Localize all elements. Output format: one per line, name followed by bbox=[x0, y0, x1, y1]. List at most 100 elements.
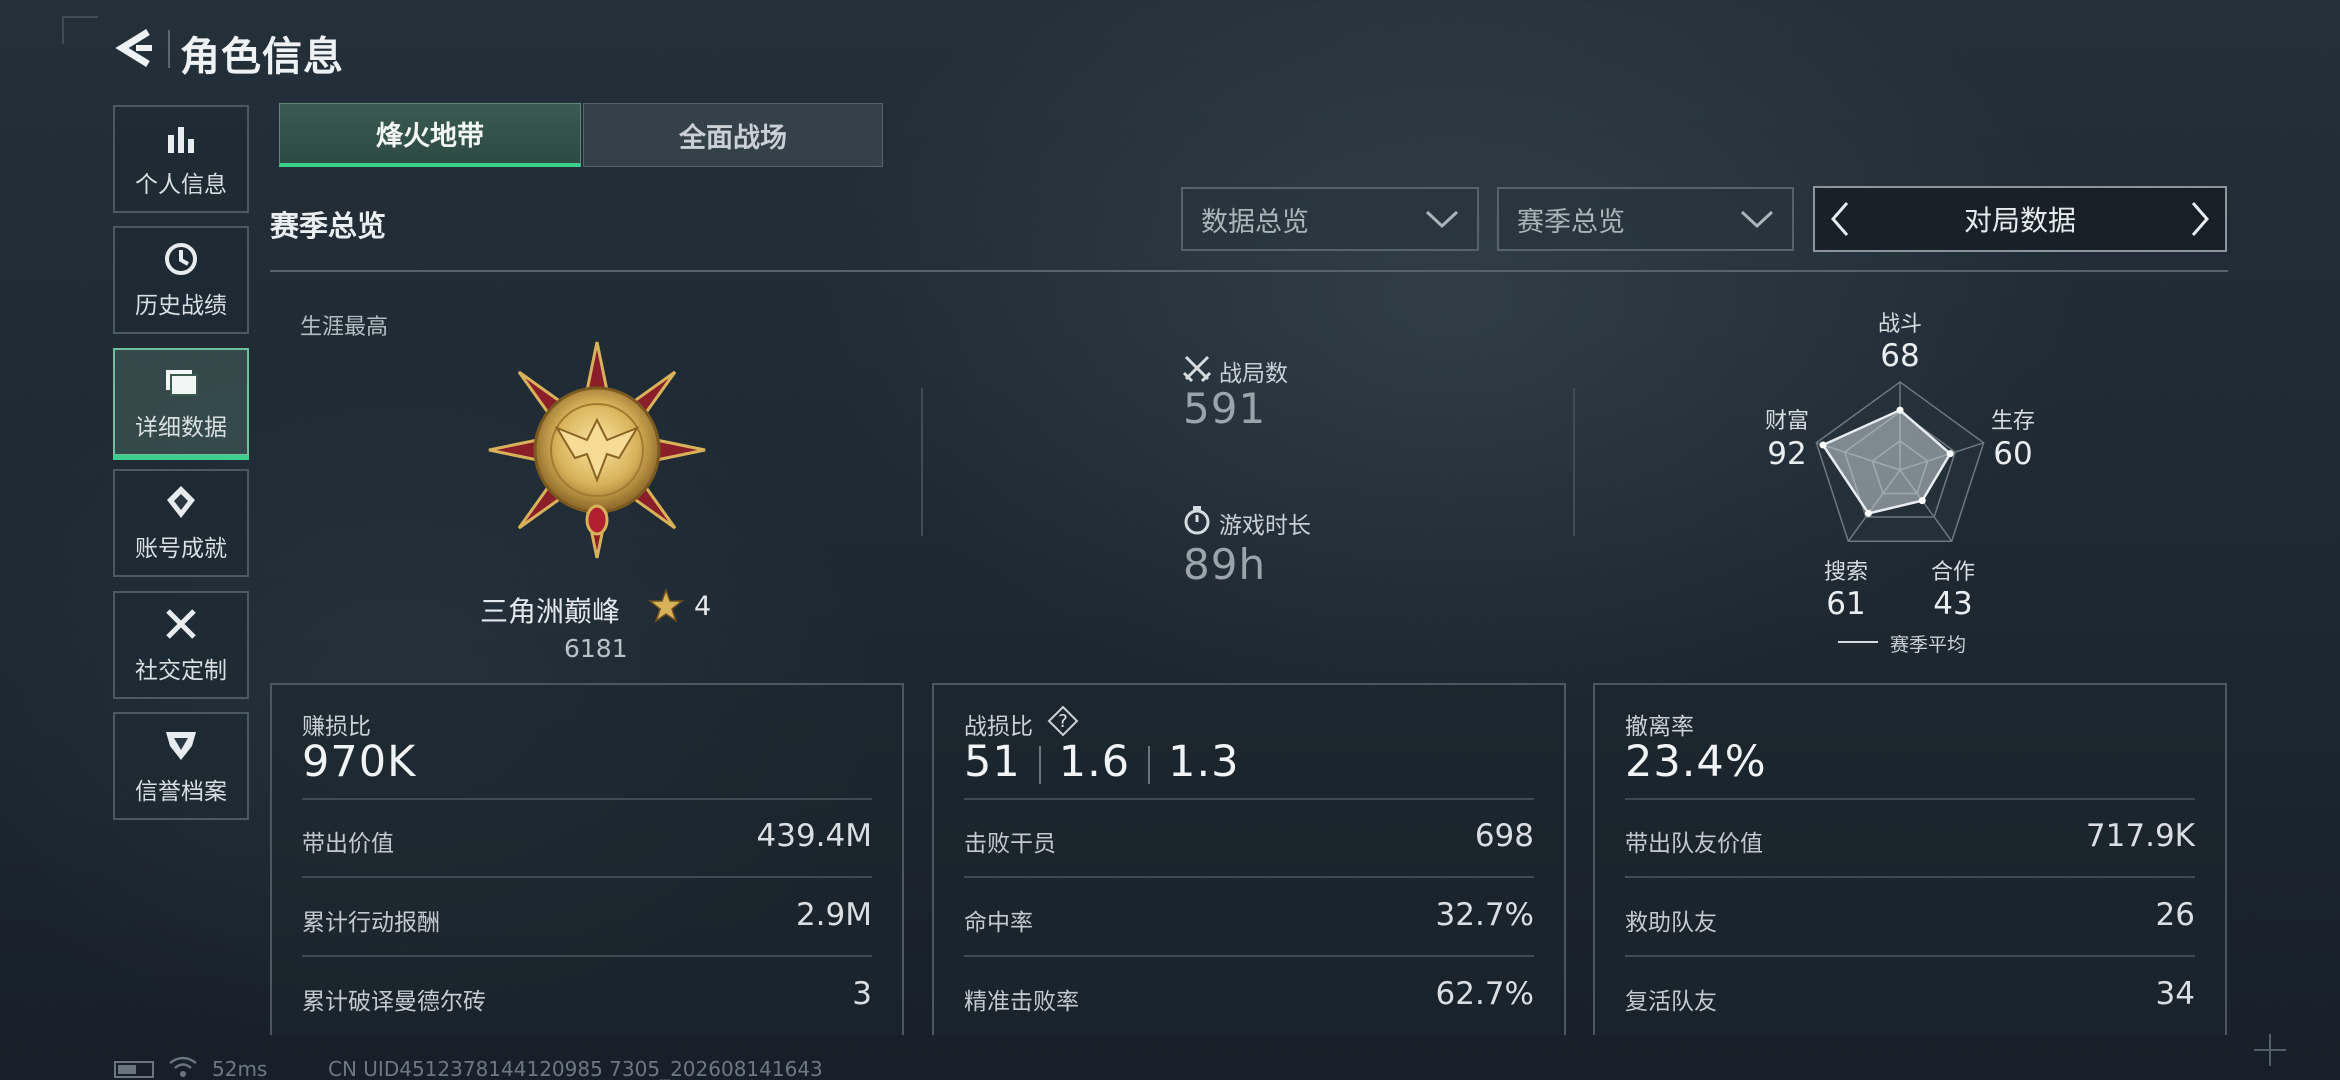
kd-value-2: 1.6 bbox=[1058, 737, 1131, 787]
rank-star-count: 4 bbox=[694, 591, 712, 622]
radar-value-combat: 68 bbox=[1880, 338, 1920, 374]
matches-label: 战局数 bbox=[1219, 361, 1288, 387]
kd-value-1: 51 bbox=[964, 737, 1021, 787]
tab-full-battlefield[interactable]: 全面战场 bbox=[583, 103, 883, 167]
chevron-left-icon bbox=[1831, 202, 1849, 236]
radar-value-wealth: 92 bbox=[1767, 436, 1807, 472]
radar-label-combat: 战斗 bbox=[1877, 312, 1922, 337]
help-icon[interactable]: ? bbox=[1047, 705, 1079, 737]
tab-hazard-zone[interactable]: 烽火地带 bbox=[279, 103, 581, 167]
header-divider bbox=[168, 30, 170, 68]
row-value: 32.7% bbox=[1435, 897, 1534, 933]
chevron-down-icon bbox=[1740, 210, 1774, 229]
radar-value-cooperation: 43 bbox=[1933, 586, 1973, 622]
radar-point bbox=[1918, 497, 1926, 505]
row-label: 累计破译曼德尔砖 bbox=[302, 989, 486, 1015]
sidebar-item-label: 社交定制 bbox=[135, 658, 227, 684]
sidebar-item-credit[interactable]: 信誉档案 bbox=[113, 712, 249, 820]
card-divider bbox=[302, 955, 872, 957]
wifi-icon bbox=[169, 1056, 197, 1077]
uid-text: CN UID4512378144120985 7305_202608141643 bbox=[328, 1057, 823, 1080]
folder-icon bbox=[166, 370, 198, 396]
sidebar-item-label: 个人信息 bbox=[135, 172, 227, 198]
radar-label-survival: 生存 bbox=[1990, 409, 2035, 434]
corner-decoration bbox=[2254, 1034, 2286, 1066]
radar-value-survival: 60 bbox=[1993, 436, 2033, 472]
row-label: 救助队友 bbox=[1625, 910, 1717, 936]
kd-separator bbox=[1038, 745, 1041, 784]
back-arrow-icon[interactable] bbox=[112, 26, 156, 70]
vertical-divider bbox=[1573, 388, 1575, 536]
row-value: 439.4M bbox=[756, 818, 873, 854]
stopwatch-icon bbox=[1184, 506, 1210, 535]
card-divider bbox=[964, 798, 1534, 800]
row-label: 带出价值 bbox=[302, 831, 394, 857]
card-title: 赚损比 bbox=[302, 714, 371, 740]
row-value: 3 bbox=[852, 976, 872, 1012]
bar-chart-icon bbox=[168, 127, 194, 153]
tools-icon bbox=[166, 609, 196, 639]
data-type-switcher: 对局数据 bbox=[1813, 186, 2227, 252]
radar-chart bbox=[1815, 381, 1985, 542]
sidebar-item-detailed-data[interactable]: 详细数据 bbox=[113, 348, 249, 460]
radar-point bbox=[1896, 406, 1904, 414]
dropdown-value: 赛季总览 bbox=[1517, 206, 1625, 238]
card-divider bbox=[1625, 798, 2195, 800]
page-title: 角色信息 bbox=[180, 34, 344, 80]
kd-values: 51 1.6 1.3 bbox=[964, 737, 1240, 787]
card-divider bbox=[964, 955, 1534, 957]
vertical-divider bbox=[921, 388, 923, 536]
section-title: 赛季总览 bbox=[270, 209, 387, 243]
crossed-swords-icon bbox=[1182, 355, 1212, 383]
sidebar-item-personal-info[interactable]: 个人信息 bbox=[113, 105, 249, 213]
data-overview-dropdown[interactable]: 数据总览 bbox=[1181, 187, 1479, 251]
switcher-label: 对局数据 bbox=[1963, 204, 2076, 237]
rank-score: 6181 bbox=[564, 634, 628, 663]
previous-button[interactable] bbox=[1815, 188, 1865, 250]
rank-badge-icon bbox=[488, 341, 706, 559]
radar-label-cooperation: 合作 bbox=[1930, 560, 1975, 585]
clock-icon bbox=[165, 243, 197, 275]
legend-line bbox=[1838, 641, 1878, 643]
radar-label-search: 搜索 bbox=[1823, 560, 1868, 585]
dropdown-value: 数据总览 bbox=[1201, 206, 1309, 238]
card-divider bbox=[302, 798, 872, 800]
medal-icon bbox=[167, 486, 195, 518]
sidebar-item-history[interactable]: 历史战绩 bbox=[113, 226, 249, 334]
card-main-value: 23.4% bbox=[1625, 737, 1767, 787]
matches-value: 591 bbox=[1183, 384, 1267, 433]
extraction-rate-card: 撤离率 23.4% 带出队友价值 717.9K 救助队友 26 复活队友 34 bbox=[1593, 683, 2227, 1035]
card-title: 撤离率 bbox=[1625, 714, 1694, 740]
star-icon bbox=[648, 588, 684, 623]
card-divider bbox=[964, 876, 1534, 878]
row-value: 717.9K bbox=[2085, 818, 2195, 854]
chevron-down-icon bbox=[1425, 210, 1459, 229]
playtime-label: 游戏时长 bbox=[1219, 513, 1311, 539]
radar-legend: 赛季平均 bbox=[1890, 634, 1967, 656]
radar-point bbox=[1946, 450, 1954, 458]
ping-value: 52ms bbox=[212, 1057, 268, 1080]
corner-decoration bbox=[62, 16, 98, 44]
radar-value-search: 61 bbox=[1826, 586, 1866, 622]
row-label: 击败干员 bbox=[964, 831, 1056, 857]
radar-label-wealth: 财富 bbox=[1764, 409, 1809, 434]
card-title: 战损比 bbox=[964, 714, 1033, 740]
radar-point bbox=[1864, 509, 1872, 517]
row-label: 复活队友 bbox=[1625, 989, 1717, 1015]
sidebar-item-label: 信誉档案 bbox=[135, 779, 227, 805]
playtime-value: 89h bbox=[1183, 540, 1267, 589]
kd-value-3: 1.3 bbox=[1168, 737, 1240, 787]
season-overview-dropdown[interactable]: 赛季总览 bbox=[1497, 187, 1794, 251]
row-label: 命中率 bbox=[964, 910, 1033, 936]
row-value: 26 bbox=[2155, 897, 2195, 933]
career-highest-label: 生涯最高 bbox=[300, 315, 389, 340]
sidebar-item-social[interactable]: 社交定制 bbox=[113, 591, 249, 699]
card-divider bbox=[302, 876, 872, 878]
sidebar-item-achievements[interactable]: 账号成就 bbox=[113, 469, 249, 577]
row-label: 精准击败率 bbox=[964, 989, 1079, 1015]
sidebar-item-label: 账号成就 bbox=[135, 536, 227, 562]
row-value: 2.9M bbox=[795, 897, 872, 933]
next-button[interactable] bbox=[2175, 188, 2225, 250]
sidebar-item-label: 历史战绩 bbox=[135, 293, 227, 319]
section-divider bbox=[270, 270, 2228, 272]
